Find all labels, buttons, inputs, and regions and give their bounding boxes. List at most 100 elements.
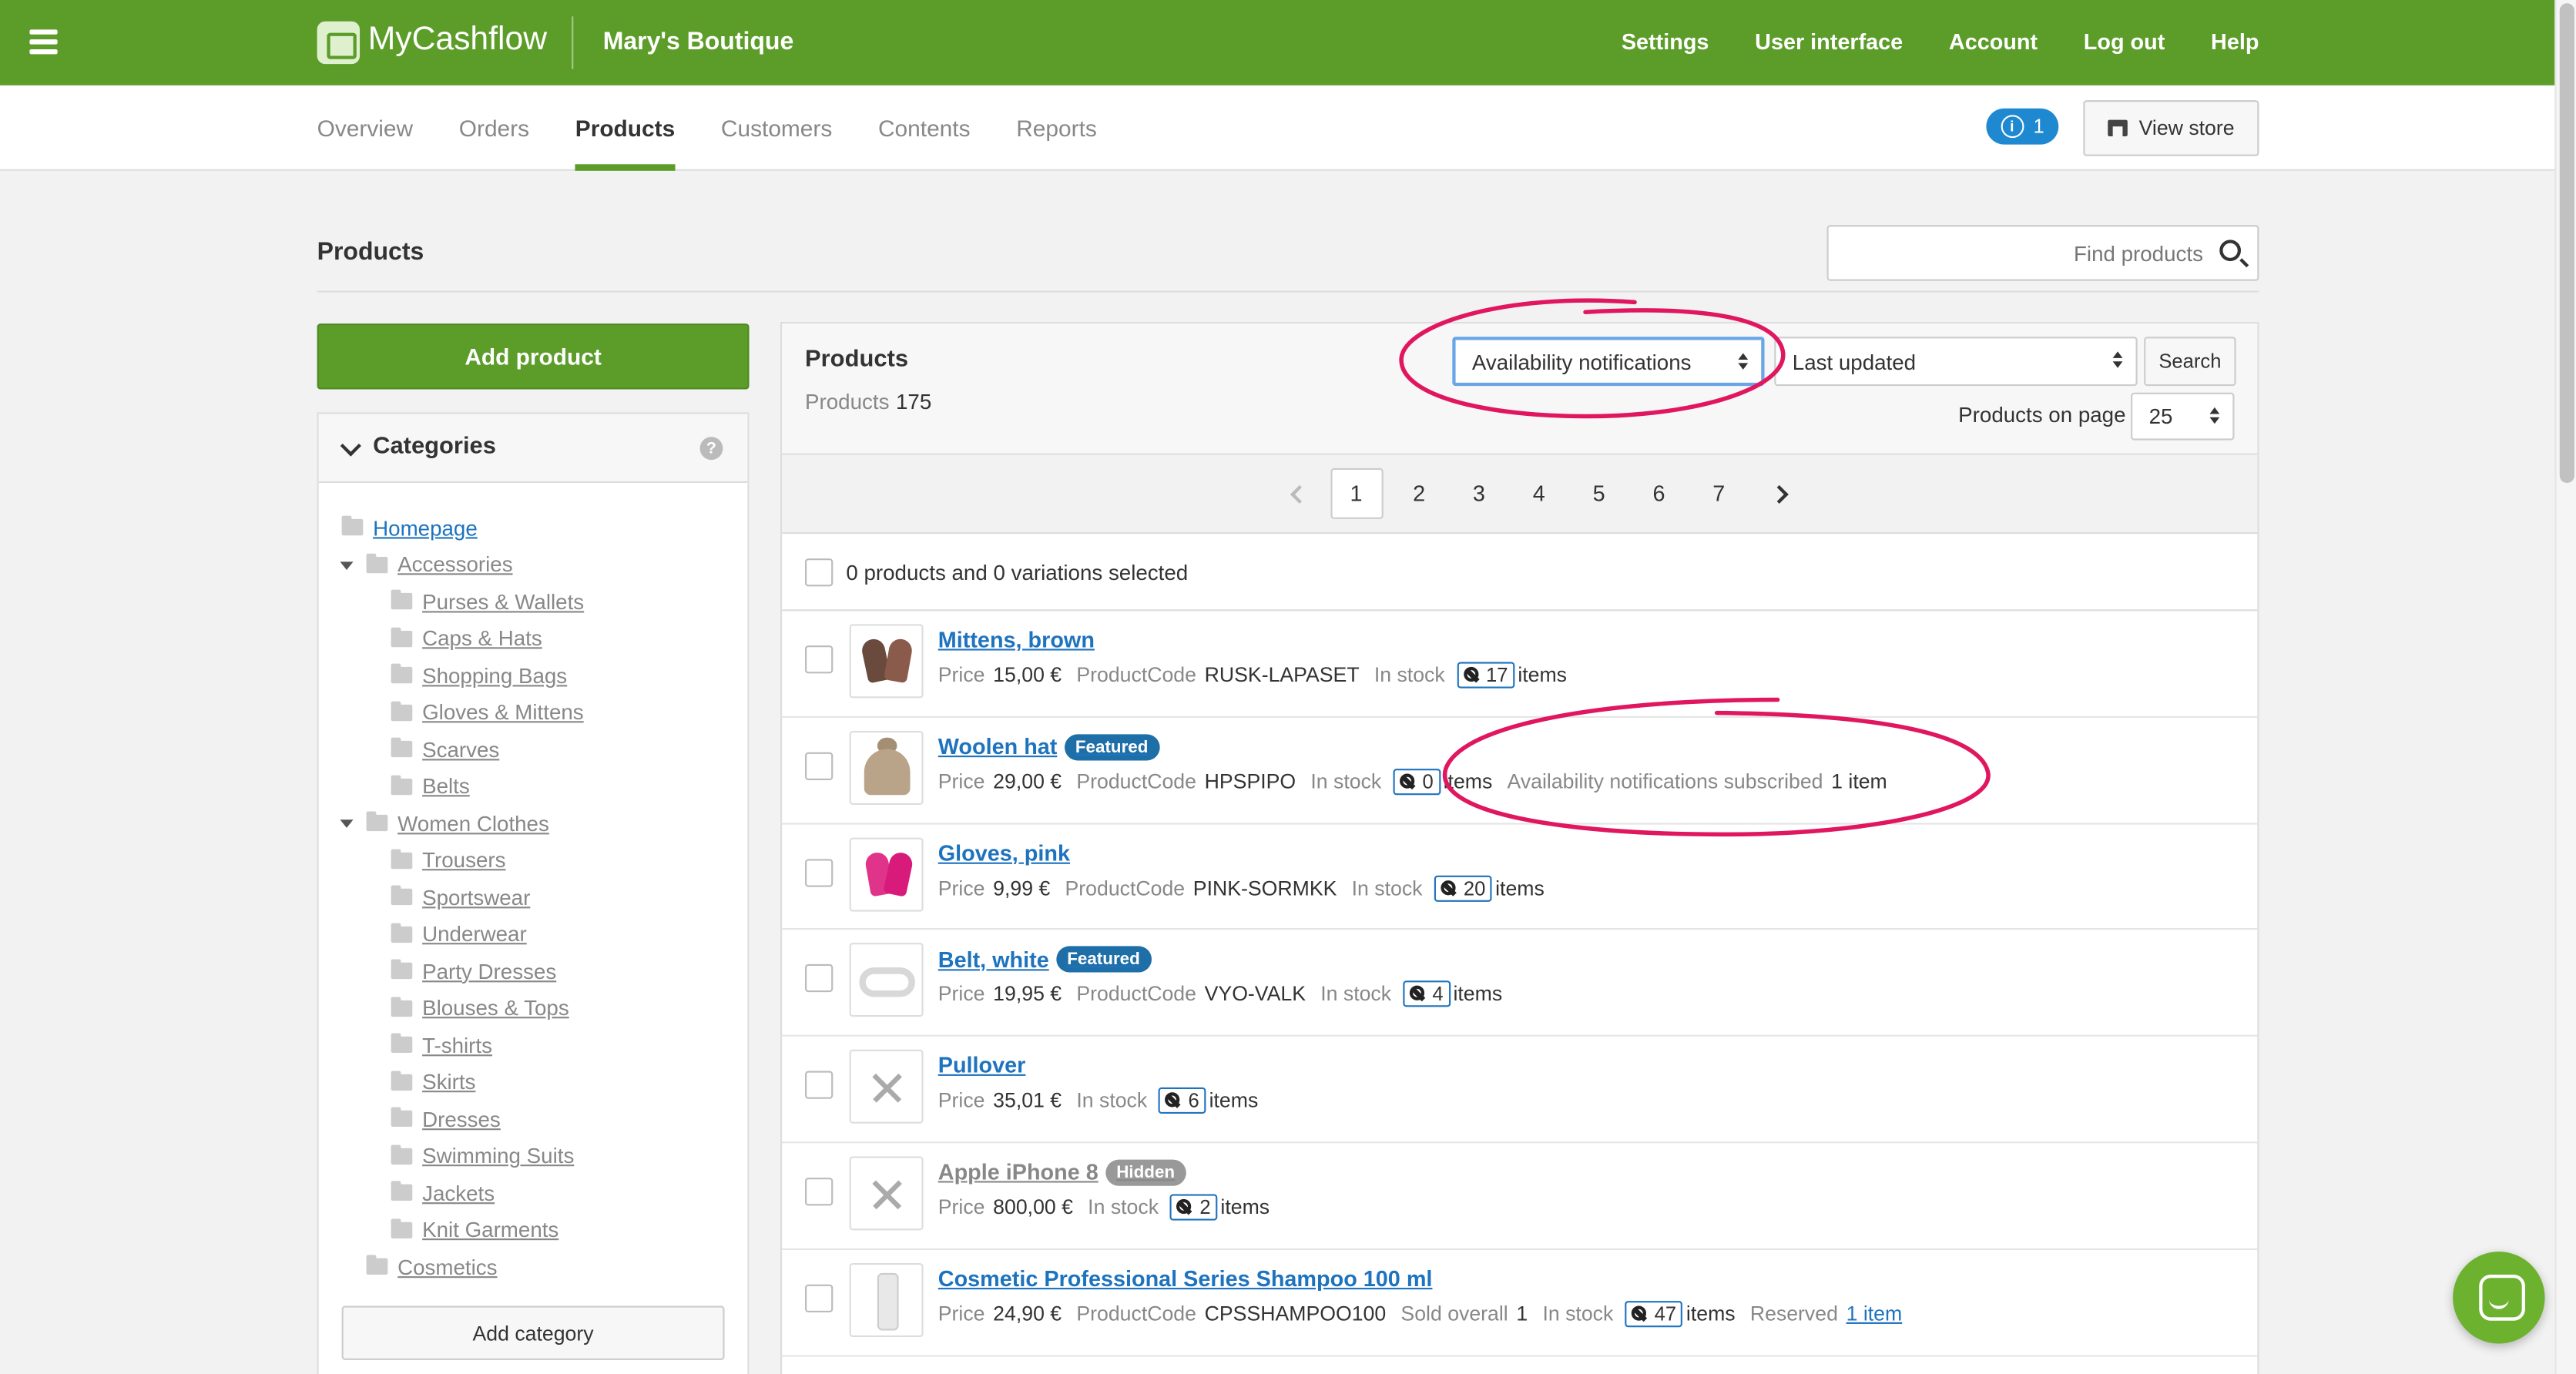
category-item[interactable]: T-shirts: [342, 1027, 585, 1064]
category-item[interactable]: Accessories: [340, 546, 585, 583]
category-item[interactable]: Skirts: [342, 1064, 585, 1101]
tab-products[interactable]: Products: [575, 85, 675, 171]
category-label[interactable]: Swimming Suits: [422, 1144, 574, 1168]
product-name[interactable]: Mittens, brown: [938, 628, 1095, 652]
stock-edit-button[interactable]: 6: [1159, 1087, 1206, 1114]
category-item[interactable]: Jackets: [342, 1175, 585, 1211]
search-button[interactable]: Search: [2144, 337, 2236, 387]
product-thumbnail[interactable]: [849, 836, 924, 911]
help-link[interactable]: Help: [2211, 29, 2259, 54]
category-item[interactable]: Dresses: [342, 1101, 585, 1138]
category-label[interactable]: Scarves: [422, 737, 499, 762]
category-item[interactable]: Party Dresses: [342, 953, 585, 990]
scrollbar-thumb[interactable]: [2559, 3, 2574, 484]
category-label[interactable]: Knit Garments: [422, 1218, 558, 1242]
account-link[interactable]: Account: [1949, 29, 2038, 54]
product-name[interactable]: Pullover: [938, 1053, 1026, 1077]
category-label[interactable]: Cosmetics: [397, 1255, 497, 1279]
page-button[interactable]: 1: [1330, 467, 1383, 519]
logo[interactable]: MyCashflow: [368, 22, 547, 59]
sort-select[interactable]: Last updated: [1774, 337, 2138, 387]
product-name-link[interactable]: Belt, white Featured: [938, 947, 1152, 974]
next-page-button[interactable]: [1749, 468, 1809, 519]
product-thumbnail[interactable]: [849, 1156, 924, 1231]
row-checkbox[interactable]: [805, 1071, 834, 1100]
add-category-button[interactable]: Add category: [341, 1305, 725, 1360]
category-item[interactable]: Purses & Wallets: [342, 583, 584, 620]
product-name-link[interactable]: Apple iPhone 8 Hidden: [938, 1159, 1187, 1186]
page-button[interactable]: 7: [1689, 468, 1749, 519]
category-item[interactable]: Underwear: [342, 916, 585, 953]
product-thumbnail[interactable]: [849, 624, 924, 699]
product-name-link[interactable]: Woolen hat Featured: [938, 733, 1160, 761]
product-row[interactable]: Belt, white Featured Price 19,95 € ProductCo…: [782, 930, 2258, 1037]
stock-edit-button[interactable]: 2: [1169, 1194, 1218, 1221]
category-item[interactable]: Belts: [342, 768, 585, 805]
reserved-link[interactable]: 1 item: [1846, 1302, 1903, 1325]
category-label[interactable]: T-shirts: [422, 1033, 492, 1057]
category-item[interactable]: Shopping Bags: [342, 657, 585, 694]
category-label[interactable]: Caps & Hats: [422, 626, 542, 651]
category-label[interactable]: Sportswear: [422, 885, 530, 910]
product-name[interactable]: Woolen hat: [938, 735, 1058, 759]
product-row[interactable]: Pullover Price 35,01 € In stock 6 items: [782, 1037, 2258, 1144]
product-name[interactable]: Gloves, pink: [938, 840, 1070, 865]
category-label[interactable]: Belts: [422, 774, 470, 799]
category-label[interactable]: Trousers: [422, 848, 505, 873]
row-checkbox[interactable]: [805, 1284, 834, 1312]
add-product-button[interactable]: Add product: [317, 323, 750, 390]
view-store-button[interactable]: View store: [2083, 100, 2259, 156]
product-name-link[interactable]: Pullover: [938, 1053, 1026, 1077]
categories-header[interactable]: Categories ?: [318, 414, 748, 484]
category-item[interactable]: Cosmetics: [342, 1248, 585, 1285]
product-thumbnail[interactable]: [849, 943, 924, 1017]
tab-overview[interactable]: Overview: [317, 85, 413, 171]
category-label[interactable]: Accessories: [397, 552, 512, 577]
help-icon[interactable]: ?: [699, 437, 723, 461]
page-button[interactable]: 4: [1509, 468, 1569, 519]
category-label[interactable]: Gloves & Mittens: [422, 700, 584, 725]
tab-orders[interactable]: Orders: [459, 85, 529, 171]
category-label[interactable]: Women Clothes: [397, 811, 549, 836]
category-item[interactable]: Knit Garments: [342, 1211, 585, 1248]
stock-edit-button[interactable]: 17: [1456, 662, 1515, 689]
stock-edit-button[interactable]: 0: [1393, 768, 1441, 795]
stock-edit-button[interactable]: 47: [1625, 1300, 1683, 1327]
category-item[interactable]: Scarves: [342, 731, 585, 768]
category-label[interactable]: Dresses: [422, 1107, 501, 1131]
tab-customers[interactable]: Customers: [721, 85, 832, 171]
category-label[interactable]: Underwear: [422, 922, 527, 947]
search-icon[interactable]: [2219, 240, 2242, 262]
chat-icon[interactable]: [2453, 1252, 2545, 1344]
category-item[interactable]: Blouses & Tops: [342, 990, 585, 1027]
notifications-badge[interactable]: i 1: [1986, 108, 2059, 145]
prev-page-button[interactable]: [1270, 468, 1330, 519]
tab-contents[interactable]: Contents: [878, 85, 971, 171]
product-row[interactable]: Gloves, pink Price 9,99 € ProductCode PINK-S…: [782, 824, 2258, 930]
product-search-input[interactable]: [1841, 226, 2203, 280]
product-row[interactable]: Apple iPhone 8 Hidden Price 800,00 € In stoc…: [782, 1143, 2258, 1250]
category-label[interactable]: Homepage: [373, 515, 478, 540]
product-name-link[interactable]: Cosmetic Professional Series Shampoo 100…: [938, 1266, 1433, 1291]
product-thumbnail[interactable]: [849, 730, 924, 805]
expand-triangle-icon[interactable]: [340, 819, 354, 828]
settings-link[interactable]: Settings: [1622, 29, 1709, 54]
per-page-select[interactable]: 25: [2131, 392, 2235, 441]
page-button[interactable]: 3: [1449, 468, 1509, 519]
tab-reports[interactable]: Reports: [1016, 85, 1097, 171]
category-label[interactable]: Purses & Wallets: [422, 589, 584, 614]
stock-edit-button[interactable]: 20: [1434, 874, 1492, 901]
product-thumbnail[interactable]: [849, 1050, 924, 1124]
expand-triangle-icon[interactable]: [340, 561, 354, 569]
category-item[interactable]: Sportswear: [342, 879, 585, 916]
select-all-checkbox[interactable]: [805, 558, 834, 587]
menu-icon[interactable]: [29, 29, 58, 54]
category-label[interactable]: Jackets: [422, 1181, 495, 1205]
row-checkbox[interactable]: [805, 1178, 834, 1206]
product-name-link[interactable]: Mittens, brown: [938, 628, 1095, 652]
page-scrollbar[interactable]: [2554, 0, 2576, 1374]
page-button[interactable]: 2: [1389, 468, 1449, 519]
product-row[interactable]: Woolen hat Featured Price 29,00 € ProductCod…: [782, 718, 2258, 824]
category-item[interactable]: Trousers: [342, 842, 585, 879]
product-name-link[interactable]: Gloves, pink: [938, 840, 1070, 865]
